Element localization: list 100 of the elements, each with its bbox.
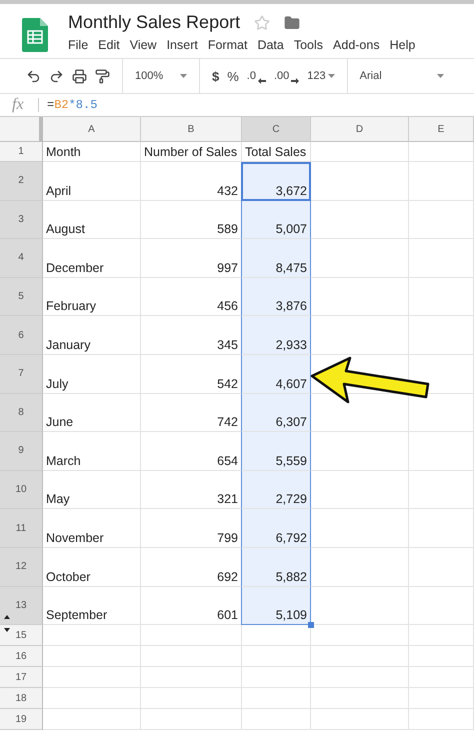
percent-button[interactable]: % xyxy=(223,64,243,88)
table-cell xyxy=(409,432,474,471)
table-cell xyxy=(409,316,474,355)
table-cell xyxy=(409,509,474,548)
table-cell: December xyxy=(43,239,141,278)
table-cell: 3,876 xyxy=(241,278,311,316)
zoom-dropdown[interactable]: 100% xyxy=(131,64,191,88)
row-header[interactable]: 13 xyxy=(0,586,43,626)
table-cell: 5,559 xyxy=(241,432,311,471)
currency-button[interactable]: $ xyxy=(208,64,224,88)
star-icon[interactable] xyxy=(254,14,270,30)
table-cell xyxy=(242,625,311,646)
table-cell xyxy=(409,667,474,688)
folder-icon[interactable] xyxy=(284,14,300,30)
table-cell: 5,109 xyxy=(241,586,311,626)
row-header[interactable]: 7 xyxy=(0,354,43,394)
caret-icon xyxy=(436,74,444,78)
caret-icon xyxy=(328,74,335,78)
table-cell xyxy=(409,548,474,587)
row-header[interactable]: 19 xyxy=(0,709,43,730)
expand-up-icon[interactable] xyxy=(4,615,10,620)
paint-roller-icon xyxy=(95,68,110,84)
table-cell: July xyxy=(43,354,141,394)
undo-icon xyxy=(26,68,41,84)
table-cell: Number of Sales xyxy=(141,142,242,162)
menu-item[interactable]: Insert xyxy=(166,38,198,52)
menu-item[interactable]: Add-ons xyxy=(333,38,380,52)
printer-icon xyxy=(72,68,87,84)
table-cell: November xyxy=(43,509,141,548)
menu-item[interactable]: View xyxy=(130,38,157,52)
document-title[interactable]: Monthly Sales Report xyxy=(68,12,240,33)
increase-decimal-button[interactable]: .00 xyxy=(270,64,304,88)
column-header[interactable]: D xyxy=(311,117,409,142)
row-header[interactable]: 5 xyxy=(0,278,43,316)
table-cell xyxy=(409,278,474,316)
table-cell: 6,307 xyxy=(241,394,311,432)
table-cell: January xyxy=(43,316,141,355)
table-cell: 8,475 xyxy=(241,239,311,278)
menu-item[interactable]: Format xyxy=(208,38,248,52)
row-header[interactable]: 18 xyxy=(0,688,43,710)
table-cell xyxy=(242,646,311,668)
column-header[interactable]: B xyxy=(141,117,242,142)
row-header[interactable]: 12 xyxy=(0,548,43,587)
table-cell: 5,007 xyxy=(241,200,311,240)
row-header[interactable]: 3 xyxy=(0,200,43,240)
table-cell: September xyxy=(43,586,141,626)
menu-item[interactable]: Tools xyxy=(294,38,324,52)
arrow-right-icon xyxy=(291,78,300,84)
fill-handle[interactable] xyxy=(308,622,314,628)
table-cell xyxy=(409,586,474,626)
table-cell: October xyxy=(43,548,141,587)
row-header[interactable]: 16 xyxy=(0,646,43,668)
table-cell: February xyxy=(43,278,141,316)
column-header[interactable]: A xyxy=(43,117,141,142)
table-cell xyxy=(409,239,474,278)
row-header[interactable]: 4 xyxy=(0,239,43,278)
redo-icon xyxy=(49,68,64,84)
menu-item[interactable]: Data xyxy=(257,38,284,52)
row-header[interactable]: 17 xyxy=(0,667,43,688)
decrease-decimal-button[interactable]: .0 xyxy=(242,64,270,88)
table-cell xyxy=(242,688,311,710)
formula-field[interactable]: =B2*8.5 xyxy=(38,98,98,112)
row-header[interactable]: 11 xyxy=(0,509,43,548)
row-header[interactable]: 8 xyxy=(0,394,43,432)
table-cell: June xyxy=(43,394,141,432)
table-cell xyxy=(409,646,474,668)
table-cell: May xyxy=(43,470,141,510)
column-header[interactable]: E xyxy=(409,117,474,142)
table-cell xyxy=(409,162,474,201)
row-header[interactable]: 2 xyxy=(0,162,43,201)
row-header[interactable]: 1 xyxy=(0,142,43,162)
row-header[interactable]: 15 xyxy=(0,625,43,646)
row-header[interactable]: 9 xyxy=(0,432,43,471)
arrow-left-icon xyxy=(258,78,266,84)
font-dropdown[interactable]: Arial xyxy=(356,64,448,88)
row-header[interactable]: 6 xyxy=(0,316,43,355)
menu-item[interactable]: Edit xyxy=(98,38,120,52)
caret-icon xyxy=(180,74,187,78)
table-cell: 6,792 xyxy=(241,509,311,548)
table-cell: 3,672 xyxy=(241,162,311,201)
table-cell: April xyxy=(43,162,141,201)
table-cell xyxy=(409,688,474,710)
row-header[interactable]: 10 xyxy=(0,470,43,510)
menu-item[interactable]: File xyxy=(68,38,88,52)
table-cell: August xyxy=(43,200,141,240)
table-cell: March xyxy=(43,432,141,471)
sheets-logo-icon xyxy=(22,18,48,52)
number-format-dropdown[interactable]: 123 xyxy=(303,64,339,88)
menu-item[interactable]: Help xyxy=(390,38,416,52)
table-cell: 2,729 xyxy=(241,470,311,510)
column-header[interactable]: C xyxy=(242,117,311,142)
table-cell xyxy=(409,200,474,240)
table-cell: 5,882 xyxy=(241,548,311,587)
table-cell xyxy=(409,709,474,730)
table-cell: 2,933 xyxy=(241,316,311,355)
table-cell xyxy=(242,709,311,730)
fx-label: fx xyxy=(11,96,25,114)
table-cell xyxy=(242,667,311,688)
table-cell xyxy=(409,470,474,510)
expand-down-icon[interactable] xyxy=(4,628,10,632)
